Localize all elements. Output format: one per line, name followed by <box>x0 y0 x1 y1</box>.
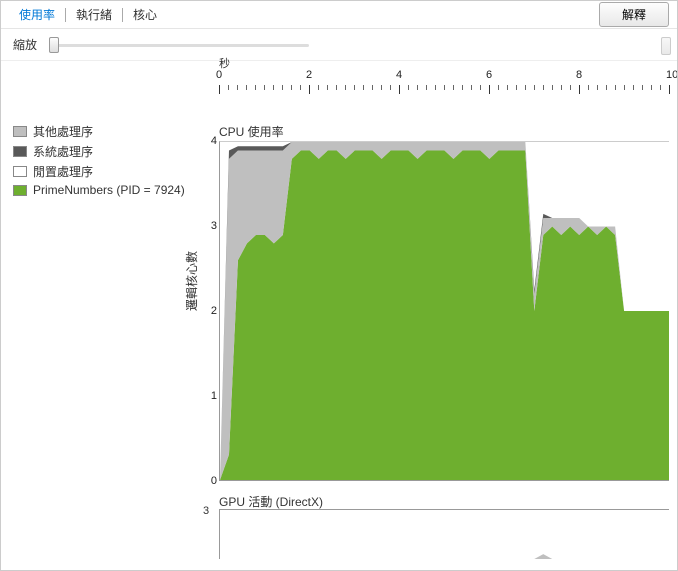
tab-threads[interactable]: 執行緒 <box>66 6 122 24</box>
cpu-y-tick-label: 2 <box>211 305 217 317</box>
legend-label: 閒置處理序 <box>33 163 93 180</box>
tab-utilization[interactable]: 使用率 <box>9 6 65 24</box>
legend-label: 其他處理序 <box>33 123 93 140</box>
gpu-svg <box>220 510 669 559</box>
cpu-y-tick-label: 4 <box>211 135 217 147</box>
slider-thumb[interactable] <box>49 37 59 53</box>
legend-label: 系統處理序 <box>33 143 93 160</box>
cpu-plot[interactable] <box>219 141 669 481</box>
time-tick-label: 6 <box>486 69 492 81</box>
content: 其他處理序 系統處理序 閒置處理序 PrimeNumbers (PID = 79… <box>1 61 677 570</box>
zoom-row: 縮放 <box>1 29 677 61</box>
time-tick-label: 4 <box>396 69 402 81</box>
cpu-y-tick-label: 3 <box>211 220 217 232</box>
tab-cores[interactable]: 核心 <box>123 6 167 24</box>
legend-system: 系統處理序 <box>13 143 189 160</box>
chart-area: 秒 0246810 CPU 使用率 01234 邏輯核心數 GPU 活動 (Di… <box>189 61 669 570</box>
swatch-idle <box>13 166 27 177</box>
legend-prime: PrimeNumbers (PID = 7924) <box>13 183 189 197</box>
cpu-chart-title: CPU 使用率 <box>219 123 284 140</box>
slider-track <box>49 44 309 47</box>
time-tick-label: 2 <box>306 69 312 81</box>
cpu-y-tick-label: 1 <box>211 390 217 402</box>
legend-other: 其他處理序 <box>13 123 189 140</box>
legend: 其他處理序 系統處理序 閒置處理序 PrimeNumbers (PID = 79… <box>1 123 201 200</box>
legend-idle: 閒置處理序 <box>13 163 189 180</box>
gpu-plot[interactable] <box>219 509 669 559</box>
cpu-y-axis-label: 邏輯核心數 <box>183 251 200 311</box>
swatch-prime <box>13 185 27 196</box>
gpu-chart-title: GPU 活動 (DirectX) <box>219 493 323 510</box>
cpu-y-ticks: 01234 <box>197 141 217 481</box>
tab-strip: 使用率 執行緒 核心 <box>9 6 167 24</box>
explain-button[interactable]: 解釋 <box>599 2 669 27</box>
zoom-slider[interactable] <box>49 36 309 54</box>
time-tick-label: 0 <box>216 69 222 81</box>
time-tick-label: 10 <box>666 69 678 81</box>
cpu-svg <box>220 142 669 480</box>
profiler-window: 使用率 執行緒 核心 解釋 縮放 其他處理序 系統處理序 閒置處理序 Prime… <box>0 0 678 571</box>
gpu-y-tick: 3 <box>203 505 209 517</box>
swatch-other <box>13 126 27 137</box>
tick-strip <box>219 85 669 95</box>
swatch-system <box>13 146 27 157</box>
legend-label: PrimeNumbers (PID = 7924) <box>33 183 185 197</box>
cpu-y-tick-label: 0 <box>211 475 217 487</box>
zoom-label: 縮放 <box>13 36 37 53</box>
time-tick-label: 8 <box>576 69 582 81</box>
drag-grip[interactable] <box>661 37 671 55</box>
toolbar: 使用率 執行緒 核心 解釋 <box>1 1 677 29</box>
